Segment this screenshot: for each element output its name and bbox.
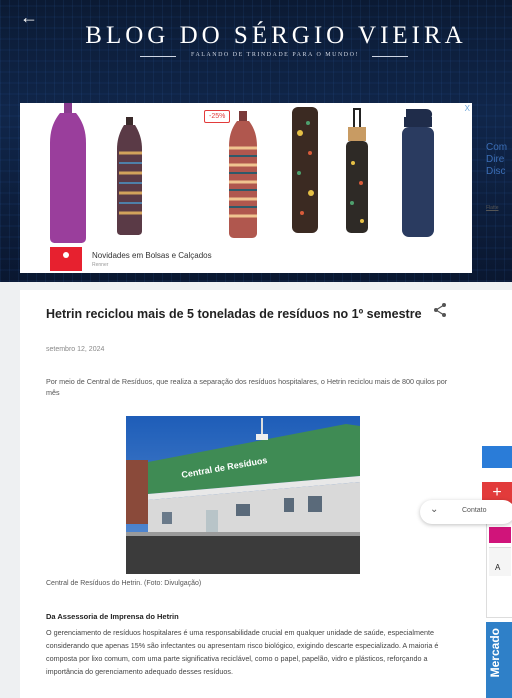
post-photo[interactable]: Central de Resíduos <box>126 416 360 574</box>
floating-share-pill[interactable]: ⌄ Contato <box>420 500 512 524</box>
back-arrow-icon[interactable]: ← <box>20 8 38 26</box>
bottle-speckled <box>292 107 318 233</box>
card-pink-block <box>489 527 511 543</box>
sidebar-link[interactable]: Com Dire Disc <box>486 142 512 178</box>
blog-title[interactable]: BLOG DO SÉRGIO VIEIRA <box>50 23 502 48</box>
blog-tagline: FALANDO DE TRINDADE PARA O MUNDO! <box>191 52 359 58</box>
advertisement[interactable]: -25% X Novidades em Bolsas e Calçados Re… <box>20 103 472 273</box>
share-icon[interactable] <box>432 302 448 318</box>
bottle-patterned <box>117 117 142 235</box>
post-title[interactable]: Hetrin reciclou mais de 5 toneladas de r… <box>46 306 426 322</box>
bottle-purple <box>50 103 86 243</box>
sidebar-small-link[interactable]: Flatte <box>486 205 499 211</box>
logo-mark <box>63 252 69 258</box>
post-byline: Da Assessoria de Imprensa do Hetrin <box>46 612 179 621</box>
post-body: O gerenciamento de resíduos hospitalares… <box>46 628 439 676</box>
ad-headline[interactable]: Novidades em Bolsas e Calçados <box>92 251 212 260</box>
post-date: setembro 12, 2024 <box>46 346 105 353</box>
bottle-tribal <box>229 111 257 238</box>
sidebar-blue-ad[interactable]: Mercado <box>486 622 512 698</box>
pill-label[interactable]: Contato <box>462 507 487 514</box>
sidebar-blue-widget[interactable] <box>482 446 512 468</box>
photo-caption: Central de Resíduos do Hetrin. (Foto: Di… <box>46 580 202 587</box>
ad-product-image[interactable] <box>20 103 472 243</box>
bottle-bamboo-lid <box>346 108 368 233</box>
discount-badge: -25% <box>204 110 231 123</box>
brand-logo-icon <box>50 247 82 271</box>
ad-source: Renner <box>92 262 109 268</box>
bottle-navy <box>402 109 434 237</box>
ad-close-icon[interactable]: X <box>465 104 470 113</box>
chevron-down-icon[interactable]: ⌄ <box>430 504 438 515</box>
sidebar-card[interactable]: A <box>486 516 512 618</box>
post-intro: Por meio de Central de Resíduos, que rea… <box>46 377 448 397</box>
card-label: A <box>495 563 501 572</box>
ad-footer[interactable]: Novidades em Bolsas e Calçados Renner <box>20 247 472 273</box>
tagline-rule <box>372 56 408 57</box>
post-card: Hetrin reciclou mais de 5 toneladas de r… <box>20 290 482 698</box>
